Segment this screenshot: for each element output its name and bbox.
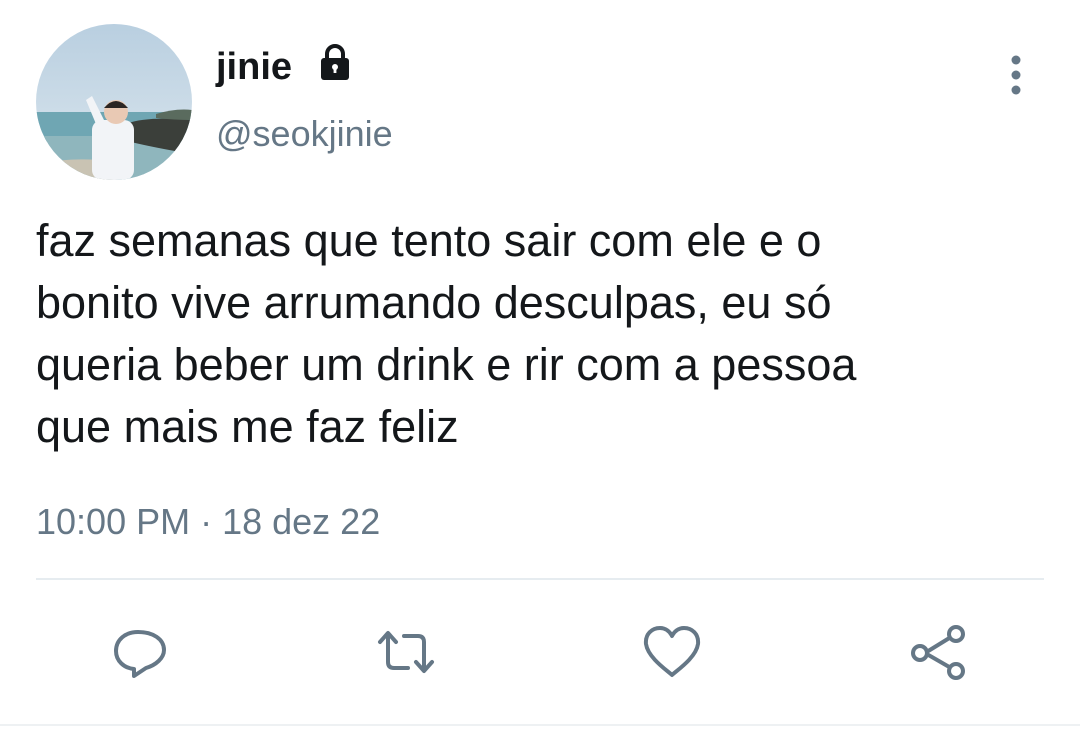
divider <box>36 578 1044 580</box>
tweet-text-line: que mais me faz feliz <box>36 401 459 452</box>
tweet-text: faz semanas que tento sair com ele e o b… <box>36 210 1046 458</box>
more-vertical-icon[interactable] <box>996 52 1036 98</box>
share-icon[interactable] <box>906 620 970 684</box>
tweet-text-line: bonito vive arrumando desculpas, eu só <box>36 277 832 328</box>
tweet-text-line: faz semanas que tento sair com ele e o <box>36 215 822 266</box>
avatar[interactable] <box>36 24 192 180</box>
tweet-text-line: queria beber um drink e rir com a pessoa <box>36 339 857 390</box>
retweet-icon[interactable] <box>374 620 438 684</box>
lock-icon <box>321 44 349 80</box>
display-name[interactable]: jinie <box>216 44 292 90</box>
bottom-divider <box>0 724 1080 726</box>
heart-icon[interactable] <box>640 620 704 684</box>
avatar-image <box>36 24 192 180</box>
reply-icon[interactable] <box>108 620 172 684</box>
user-handle[interactable]: @seokjinie <box>216 112 393 156</box>
tweet-timestamp[interactable]: 10:00 PM · 18 dez 22 <box>36 500 380 544</box>
